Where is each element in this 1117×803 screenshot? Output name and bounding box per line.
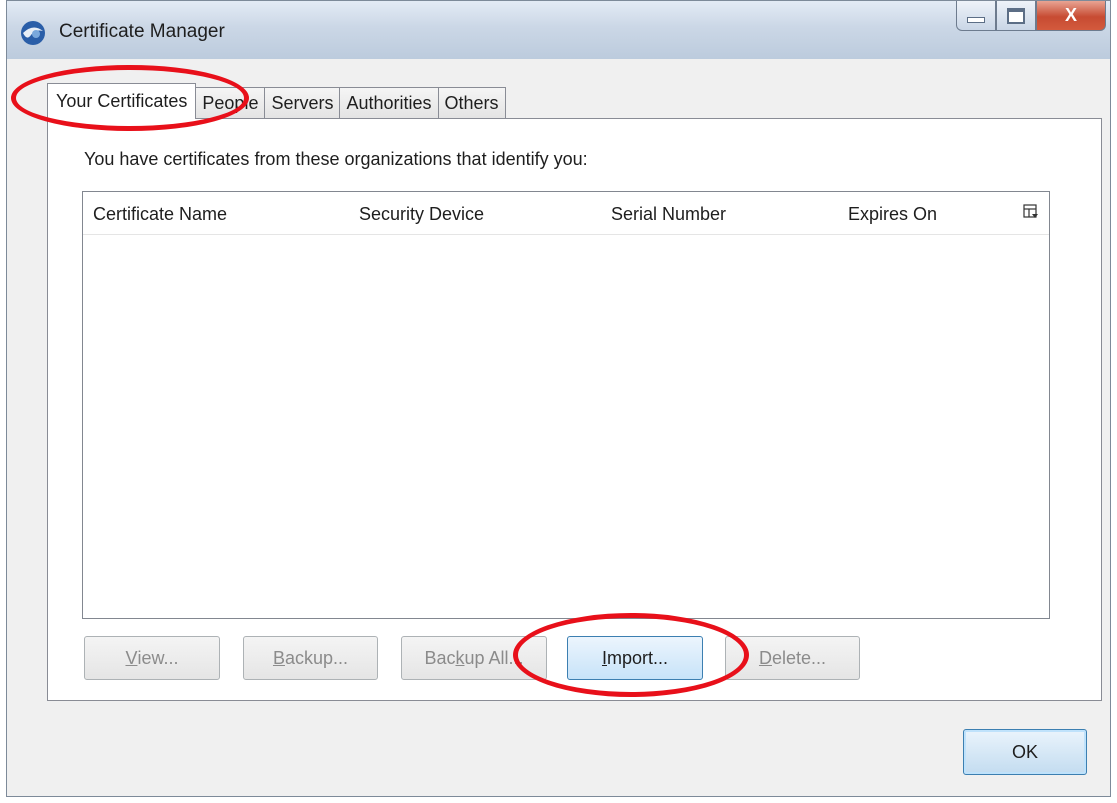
intro-text: You have certificates from these organiz… bbox=[84, 149, 588, 169]
tab-your-certificates[interactable]: Your Certificates bbox=[47, 83, 197, 119]
tab-strip: Your Certificates People Servers Authori… bbox=[47, 83, 506, 119]
backup-label-post: ackup... bbox=[284, 647, 349, 668]
backup-all-label-pre: Bac bbox=[424, 647, 456, 668]
tab-servers[interactable]: Servers bbox=[264, 87, 341, 119]
certificate-table[interactable]: Certificate Name Security Device Serial … bbox=[82, 191, 1050, 619]
maximize-icon bbox=[1007, 7, 1025, 24]
thunderbird-icon bbox=[21, 21, 45, 45]
close-button[interactable]: X bbox=[1036, 1, 1106, 31]
import-label-post: mport... bbox=[607, 647, 669, 668]
window-controls: X bbox=[956, 1, 1106, 31]
maximize-button[interactable] bbox=[996, 1, 1036, 31]
backup-all-button[interactable]: Bac k up All... bbox=[401, 636, 547, 680]
tab-people[interactable]: People bbox=[195, 87, 266, 119]
view-button[interactable]: View... bbox=[84, 636, 220, 680]
column-header-serial-number[interactable]: Serial Number bbox=[611, 204, 726, 225]
column-header-expires-on[interactable]: Expires On bbox=[848, 204, 937, 225]
backup-button[interactable]: Backup... bbox=[243, 636, 378, 680]
view-label-post: iew... bbox=[137, 647, 179, 668]
view-label-key: V bbox=[125, 647, 138, 668]
backup-label-key: B bbox=[272, 647, 285, 668]
tab-authorities[interactable]: Authorities bbox=[339, 87, 439, 119]
minimize-button[interactable] bbox=[956, 1, 996, 31]
close-icon: X bbox=[1064, 5, 1077, 25]
title-bar[interactable]: Certificate Manager X bbox=[7, 1, 1110, 59]
delete-label-key: D bbox=[758, 647, 772, 668]
minimize-icon bbox=[967, 16, 985, 23]
column-picker-icon[interactable] bbox=[1023, 204, 1039, 220]
certificate-manager-window: Certificate Manager X Your Certificates … bbox=[6, 0, 1111, 797]
tab-panel: You have certificates from these organiz… bbox=[47, 118, 1102, 701]
ok-button[interactable]: OK bbox=[963, 729, 1087, 775]
import-button[interactable]: Import... bbox=[567, 636, 703, 680]
column-header-security-device[interactable]: Security Device bbox=[359, 204, 484, 225]
tab-others[interactable]: Others bbox=[437, 87, 506, 119]
delete-button[interactable]: Delete... bbox=[725, 636, 860, 680]
backup-all-label-post: up All... bbox=[464, 647, 524, 668]
window-title: Certificate Manager bbox=[59, 21, 225, 42]
column-header-certificate-name[interactable]: Certificate Name bbox=[93, 204, 227, 225]
table-header: Certificate Name Security Device Serial … bbox=[83, 192, 1049, 235]
table-body[interactable] bbox=[83, 234, 1049, 618]
delete-label-post: elete... bbox=[771, 647, 827, 668]
backup-all-label-key: k bbox=[455, 647, 465, 668]
